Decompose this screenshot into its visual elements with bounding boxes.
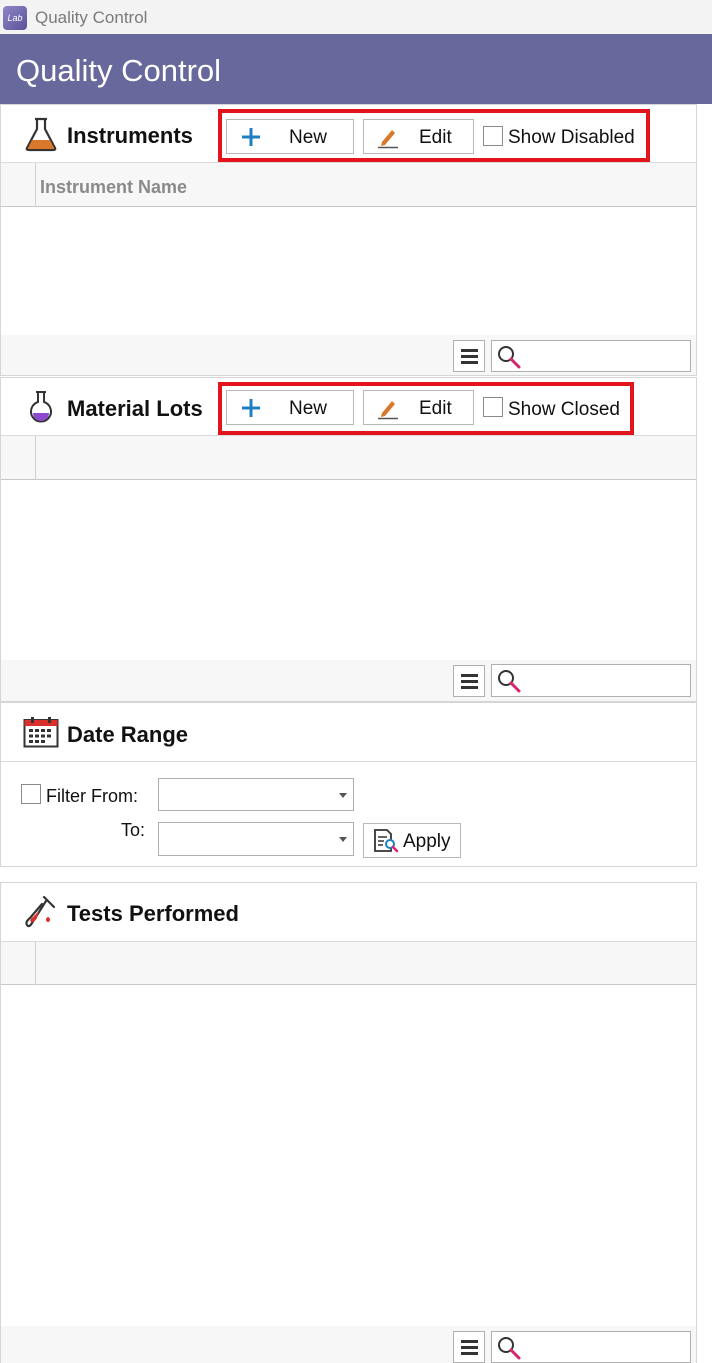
material-lots-title: Material Lots [67, 396, 203, 421]
date-range-title: Date Range [67, 722, 189, 747]
tests-grid-header [1, 942, 696, 985]
test-tube-icon [25, 895, 56, 928]
calendar-icon [23, 717, 59, 748]
filter-from-label: Filter From: [46, 786, 138, 806]
search-icon [498, 346, 521, 369]
show-disabled-checkbox[interactable] [483, 126, 503, 146]
new-label: New [289, 127, 328, 148]
show-closed-label: Show Closed [508, 399, 620, 420]
page-title: Quality Control [16, 53, 222, 88]
potion-flask-icon [30, 391, 52, 423]
filter-document-icon [374, 829, 399, 853]
tests-menu-button[interactable] [453, 1331, 485, 1363]
pencil-icon [378, 130, 398, 149]
instrument-name-column-header[interactable]: Instrument Name [40, 177, 187, 198]
divider [1, 761, 696, 762]
instruments-menu-button[interactable] [453, 340, 485, 372]
plus-icon [242, 399, 260, 417]
instruments-grid-body[interactable] [1, 208, 696, 335]
material-lots-grid-header [1, 436, 696, 480]
to-date-dropdown[interactable] [158, 822, 354, 856]
tests-performed-title: Tests Performed [67, 901, 239, 926]
flask-icon [25, 117, 57, 152]
filter-from-checkbox[interactable] [21, 784, 41, 804]
instruments-new-button[interactable]: New [226, 119, 354, 154]
apply-label: Apply [403, 831, 451, 852]
search-icon [498, 670, 521, 693]
from-date-dropdown[interactable] [158, 778, 354, 811]
tests-grid-body[interactable] [1, 986, 696, 1326]
apply-button[interactable]: Apply [363, 823, 461, 858]
show-disabled-label: Show Disabled [508, 127, 635, 148]
pencil-icon [378, 401, 398, 420]
instruments-edit-button[interactable]: Edit [363, 119, 474, 154]
tests-search-input[interactable] [491, 1331, 691, 1363]
material-lots-new-button[interactable]: New [226, 390, 354, 425]
chevron-down-icon [339, 793, 347, 798]
material-lots-edit-button[interactable]: Edit [363, 390, 474, 425]
edit-label: Edit [419, 127, 452, 148]
app-icon: Lab [3, 6, 27, 30]
instruments-search-input[interactable] [491, 340, 691, 372]
grid-column-separator [35, 163, 36, 207]
grid-column-separator [35, 942, 36, 985]
instruments-title: Instruments [67, 123, 193, 148]
search-icon [498, 1337, 521, 1360]
window-title: Quality Control [35, 8, 148, 27]
new-label: New [289, 398, 328, 419]
edit-label: Edit [419, 398, 452, 419]
grid-column-separator [35, 436, 36, 480]
material-lots-search-input[interactable] [491, 664, 691, 697]
material-lots-menu-button[interactable] [453, 665, 485, 697]
material-lots-grid-body[interactable] [1, 481, 696, 660]
show-closed-checkbox[interactable] [483, 397, 503, 417]
plus-icon [242, 128, 260, 146]
chevron-down-icon [339, 837, 347, 842]
to-label: To: [121, 820, 146, 840]
